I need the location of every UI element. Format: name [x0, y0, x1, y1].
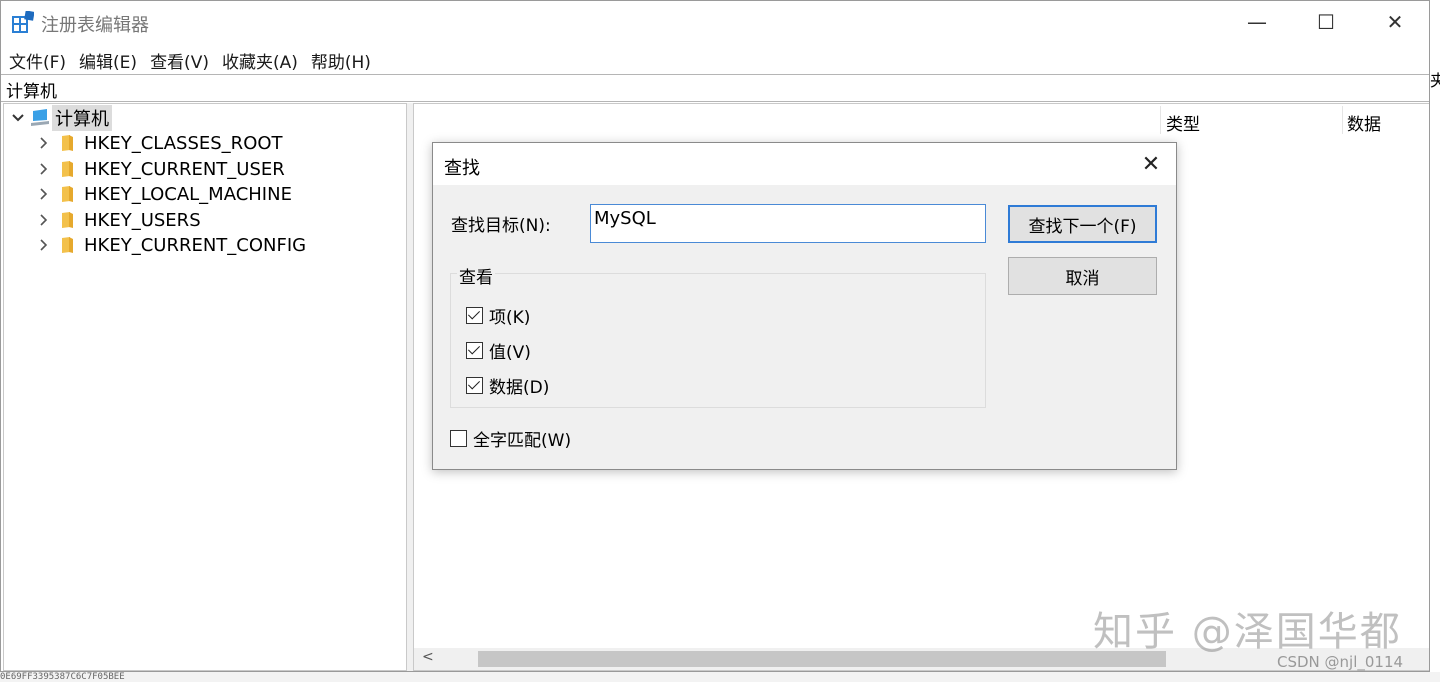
- address-path: 计算机: [6, 82, 57, 102]
- find-what-input[interactable]: [590, 204, 986, 243]
- scrollbar-thumb[interactable]: [478, 651, 1166, 667]
- option-data[interactable]: 数据(D): [466, 373, 549, 398]
- tree-item-hkcc[interactable]: HKEY_CURRENT_CONFIG: [38, 233, 306, 257]
- look-at-group-label: 查看: [457, 263, 495, 288]
- tree-item-hku[interactable]: HKEY_USERS: [38, 208, 201, 232]
- checkbox-data[interactable]: [466, 377, 483, 394]
- minimize-icon: —: [1247, 10, 1267, 34]
- background-window-strip: [0, 672, 1440, 682]
- menu-help[interactable]: 帮助(H): [310, 48, 372, 73]
- chevron-right-icon: [40, 214, 48, 226]
- option-label: 值(V): [489, 343, 531, 363]
- background-window-edge: [1430, 0, 1440, 672]
- menu-bar: 文件(F) 编辑(E) 查看(V) 收藏夹(A) 帮助(H): [8, 48, 383, 73]
- menu-view[interactable]: 查看(V): [149, 48, 210, 73]
- key-tree-pane[interactable]: 计算机 HKEY_CLASSES_ROOT HKEY_CURRENT_USER …: [3, 103, 407, 671]
- close-icon: ✕: [1386, 10, 1404, 34]
- tree-item-label: HKEY_LOCAL_MACHINE: [84, 183, 292, 205]
- cancel-button[interactable]: 取消: [1008, 257, 1157, 295]
- background-window-text: 0E69FF3395387C6C7F05BEE: [0, 672, 125, 682]
- column-divider[interactable]: [1342, 106, 1343, 134]
- registry-editor-icon: [12, 11, 34, 33]
- chevron-right-icon: [40, 188, 48, 200]
- column-header-type[interactable]: 类型: [1166, 110, 1200, 135]
- tree-item-label: HKEY_CLASSES_ROOT: [84, 132, 283, 154]
- menu-edit[interactable]: 编辑(E): [78, 48, 138, 73]
- tree-item-hklm[interactable]: HKEY_LOCAL_MACHINE: [38, 182, 292, 206]
- menu-file[interactable]: 文件(F): [8, 48, 67, 73]
- dialog-title-bar[interactable]: 查找 ✕: [433, 143, 1176, 185]
- scroll-left-arrow-icon[interactable]: <: [422, 649, 434, 665]
- find-next-button[interactable]: 查找下一个(F): [1008, 205, 1157, 243]
- tree-item-hkcu[interactable]: HKEY_CURRENT_USER: [38, 157, 285, 181]
- csdn-watermark: CSDN @njl_0114: [1277, 653, 1404, 671]
- checkbox-match-whole[interactable]: [450, 430, 467, 447]
- chevron-right-icon: [40, 163, 48, 175]
- close-icon: ✕: [1141, 151, 1161, 177]
- tree-item-label: HKEY_CURRENT_USER: [84, 158, 285, 180]
- tree-item-label: HKEY_CURRENT_CONFIG: [84, 234, 307, 256]
- checkbox-keys[interactable]: [466, 307, 483, 324]
- option-match-whole-string[interactable]: 全字匹配(W): [450, 426, 571, 451]
- chevron-right-icon: [40, 239, 48, 251]
- option-label: 项(K): [489, 308, 531, 328]
- tree-item-hkcr[interactable]: HKEY_CLASSES_ROOT: [38, 131, 283, 155]
- option-label: 数据(D): [489, 378, 550, 398]
- option-keys[interactable]: 项(K): [466, 303, 530, 328]
- column-header-data[interactable]: 数据: [1347, 110, 1381, 135]
- folder-icon: [62, 135, 73, 151]
- chevron-down-icon: [12, 114, 24, 122]
- chevron-right-icon: [40, 137, 48, 149]
- tree-item-computer[interactable]: 计算机: [12, 105, 112, 131]
- menu-favorites[interactable]: 收藏夹(A): [221, 48, 299, 73]
- maximize-button[interactable]: ☐: [1291, 1, 1361, 43]
- minimize-button[interactable]: —: [1222, 1, 1292, 43]
- computer-icon: [31, 109, 49, 126]
- folder-icon: [62, 186, 73, 202]
- address-bar[interactable]: 计算机: [1, 74, 1429, 102]
- folder-icon: [62, 161, 73, 177]
- column-divider[interactable]: [1160, 106, 1161, 134]
- dialog-title: 查找: [444, 158, 480, 179]
- title-bar[interactable]: 注册表编辑器 — ☐ ✕: [1, 1, 1429, 43]
- dialog-close-button[interactable]: ✕: [1133, 147, 1169, 181]
- find-dialog: 查找 ✕ 查找目标(N): 查找下一个(F) 取消 查看 项(K) 值(V) 数…: [432, 142, 1177, 470]
- checkbox-values[interactable]: [466, 342, 483, 359]
- option-values[interactable]: 值(V): [466, 338, 531, 363]
- folder-icon: [62, 237, 73, 253]
- window-title: 注册表编辑器: [41, 15, 149, 36]
- watermark: 知乎 @泽国华都: [1093, 609, 1402, 655]
- option-label: 全字匹配(W): [473, 431, 572, 451]
- maximize-icon: ☐: [1317, 10, 1335, 34]
- find-what-label: 查找目标(N):: [451, 216, 551, 236]
- folder-icon: [62, 212, 73, 228]
- tree-item-label: 计算机: [52, 105, 112, 131]
- close-button[interactable]: ✕: [1360, 1, 1429, 43]
- background-window-text: 夹: [1430, 71, 1440, 90]
- tree-item-label: HKEY_USERS: [84, 209, 201, 231]
